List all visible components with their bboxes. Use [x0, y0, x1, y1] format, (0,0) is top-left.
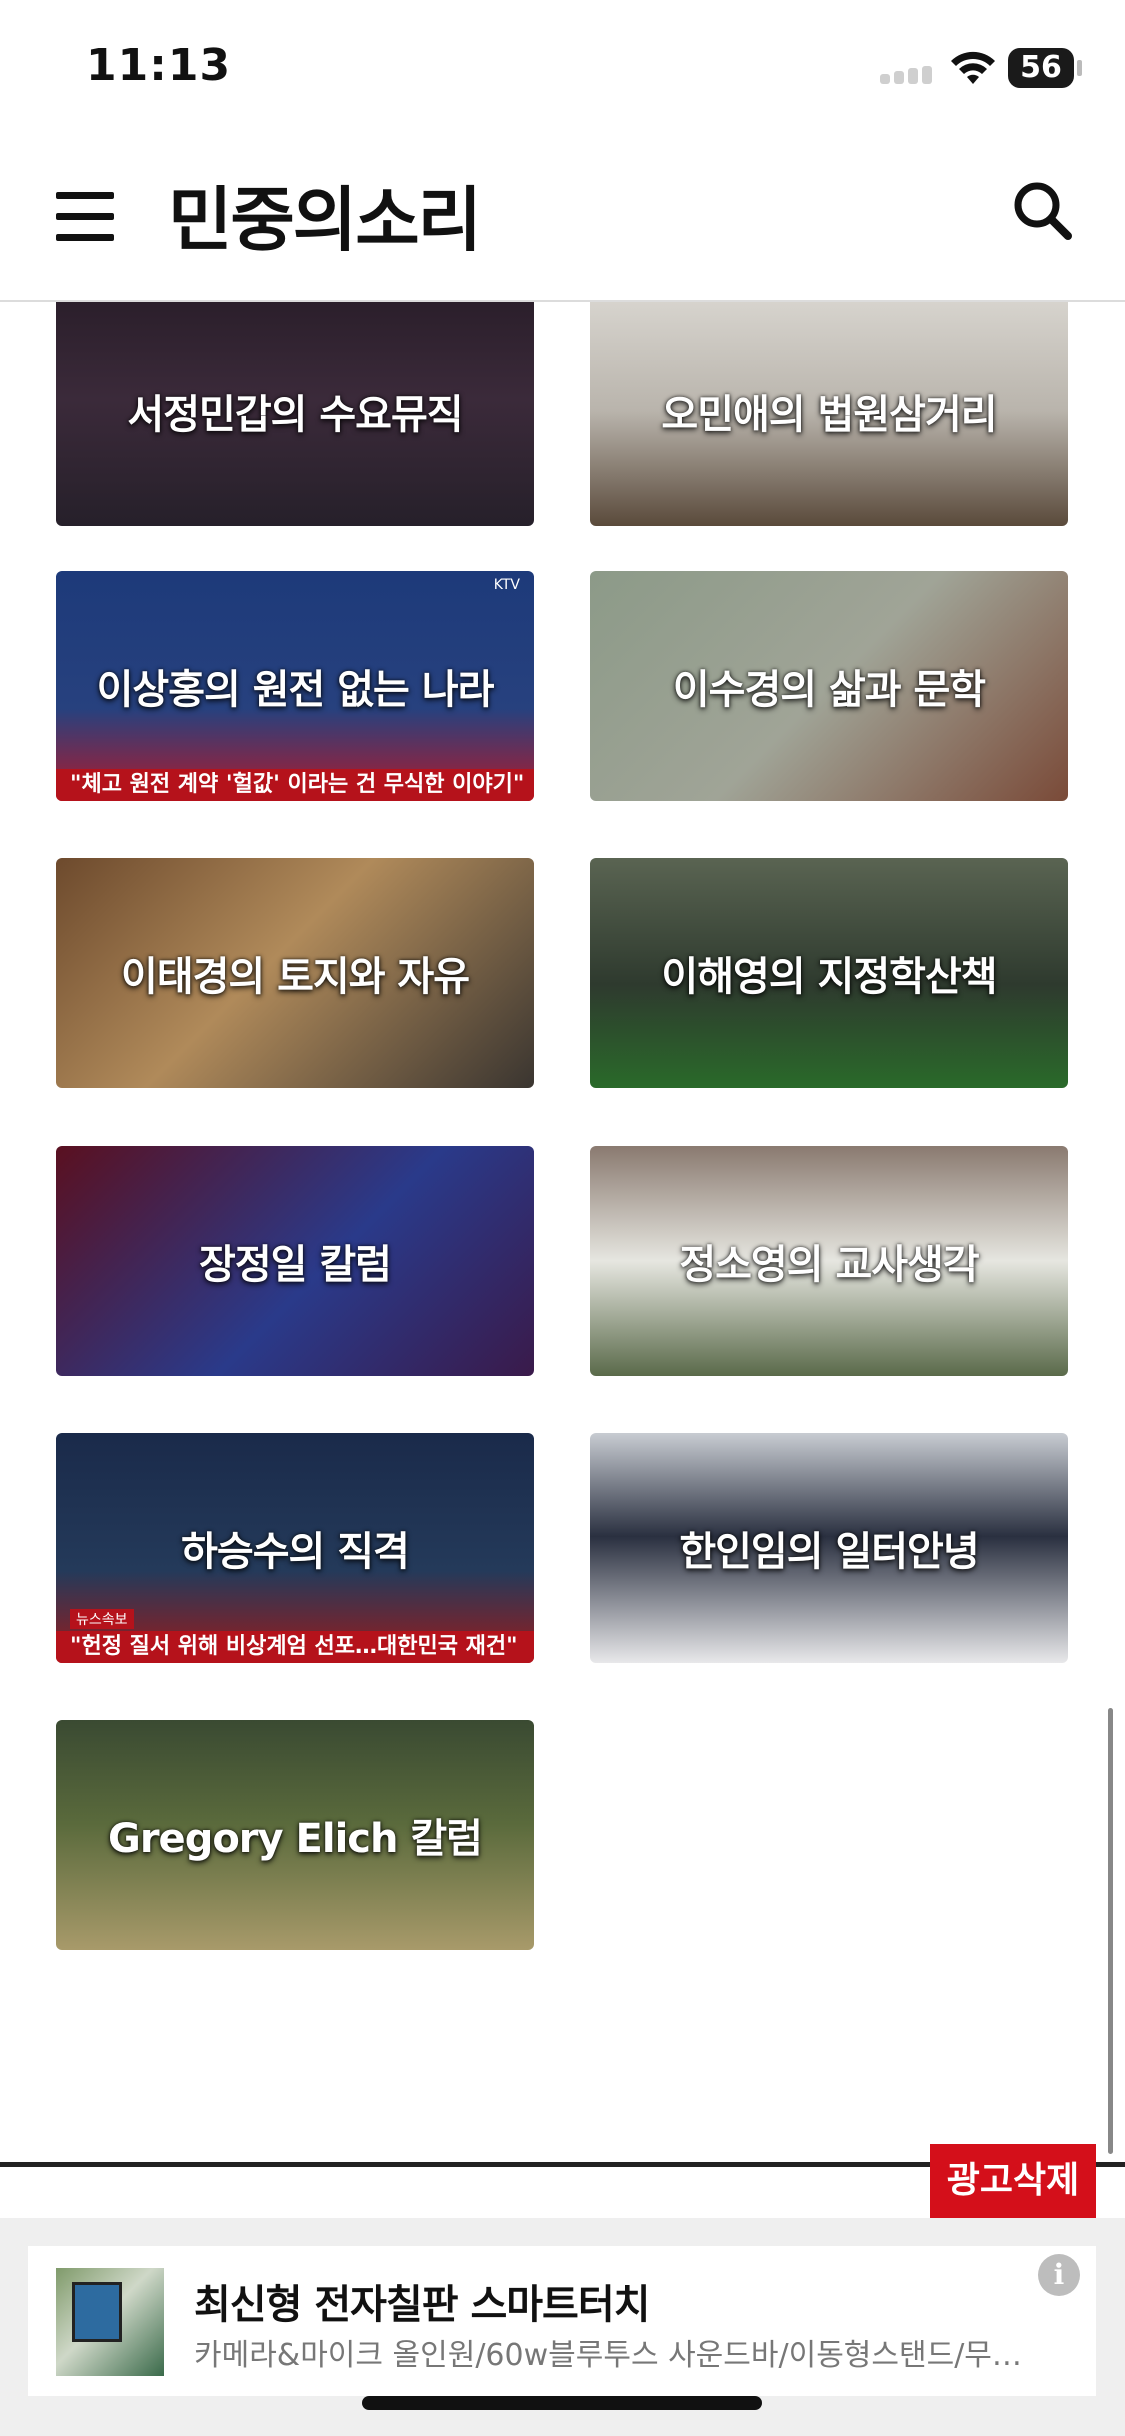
ad-remove-button[interactable]: 광고삭제	[930, 2144, 1096, 2218]
column-card[interactable]: 장정일 칼럼	[56, 1146, 534, 1376]
card-title: 장정일 칼럼	[199, 1242, 392, 1288]
search-icon[interactable]	[1008, 176, 1078, 246]
column-card[interactable]: 이태경의 토지와 자유	[56, 858, 534, 1088]
column-card[interactable]: KTV "체고 원전 계약 '헐값' 이라는 건 무식한 이야기" 이상홍의 원…	[56, 571, 534, 801]
status-time: 11:13	[86, 40, 232, 91]
card-title: 하승수의 직격	[181, 1529, 410, 1575]
card-title: 이상홍의 원전 없는 나라	[96, 667, 495, 713]
column-card[interactable]: 한인임의 일터안녕	[590, 1433, 1068, 1663]
column-card[interactable]: 이수경의 삶과 문학	[590, 571, 1068, 801]
card-title: 오민애의 법원삼거리	[661, 392, 997, 438]
card-title: 이태경의 토지와 자유	[120, 954, 470, 1000]
status-bar: 11:13 56	[0, 0, 1125, 140]
column-card[interactable]: 오민애의 법원삼거리	[590, 302, 1068, 526]
cellular-signal-icon	[880, 66, 936, 84]
column-card[interactable]: 이해영의 지정학산책	[590, 858, 1068, 1088]
thumbnail-tag: KTV	[493, 577, 520, 593]
home-indicator[interactable]	[362, 2396, 762, 2410]
column-card[interactable]: 뉴스속보 "헌정 질서 위해 비상계엄 선포…대한민국 재건" 하승수의 직격	[56, 1433, 534, 1663]
info-icon[interactable]: i	[1038, 2254, 1080, 2296]
app-header: 민중의소리	[0, 140, 1125, 302]
card-title: 서정민갑의 수요뮤직	[127, 392, 463, 438]
column-card[interactable]: Gregory Elich 칼럼	[56, 1720, 534, 1950]
card-title: 정소영의 교사생각	[679, 1242, 979, 1288]
column-grid: 서정민갑의 수요뮤직 오민애의 법원삼거리 KTV "체고 원전 계약 '헐값'…	[0, 302, 1125, 2162]
scroll-indicator[interactable]	[1108, 1708, 1113, 2154]
column-card[interactable]: 정소영의 교사생각	[590, 1146, 1068, 1376]
card-title: 이수경의 삶과 문학	[672, 667, 986, 713]
wifi-icon	[951, 51, 995, 84]
hamburger-menu-icon[interactable]	[56, 192, 114, 242]
ad-thumbnail	[56, 2268, 164, 2376]
column-card[interactable]: 서정민갑의 수요뮤직	[56, 302, 534, 526]
ad-description: 카메라&마이크 올인원/60w블루투스 사운드바/이동형스탠드/무…	[194, 2338, 1022, 2373]
thumbnail-tag: 뉴스속보	[70, 1609, 134, 1629]
battery-icon: 56	[1008, 48, 1074, 88]
card-title: 이해영의 지정학산책	[661, 954, 997, 1000]
battery-cap	[1077, 60, 1082, 76]
card-title: Gregory Elich 칼럼	[108, 1816, 483, 1862]
ad-title: 최신형 전자칠판 스마트터치	[194, 2282, 650, 2328]
card-title: 한인임의 일터안녕	[679, 1529, 979, 1575]
thumbnail-caption: "헌정 질서 위해 비상계엄 선포…대한민국 재건"	[56, 1631, 534, 1663]
ad-card[interactable]: 최신형 전자칠판 스마트터치 카메라&마이크 올인원/60w블루투스 사운드바/…	[28, 2246, 1096, 2396]
site-logo[interactable]: 민중의소리	[168, 164, 482, 265]
thumbnail-caption: "체고 원전 계약 '헐값' 이라는 건 무식한 이야기"	[56, 769, 534, 801]
